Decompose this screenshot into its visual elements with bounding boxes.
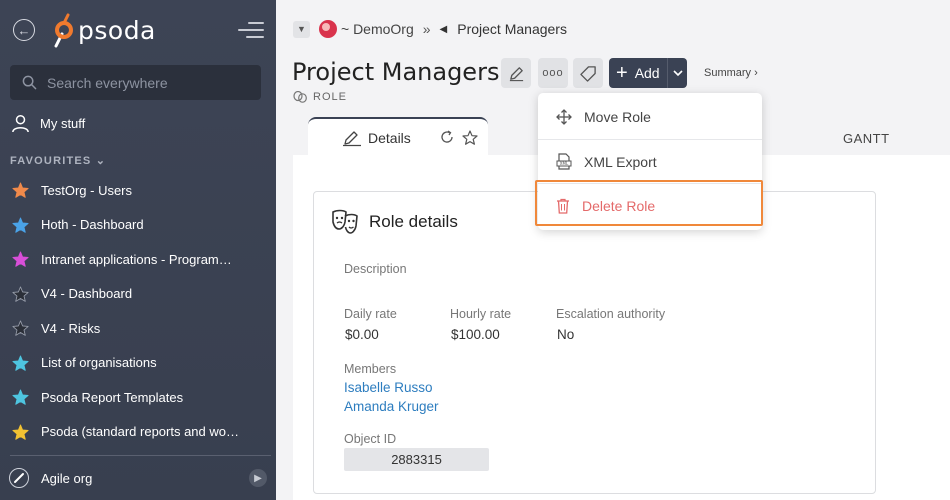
page-title: Project Managers [292, 58, 500, 86]
refresh-icon[interactable] [440, 130, 454, 144]
favourite-label: Psoda (standard reports and work... [41, 424, 241, 440]
star-icon [12, 355, 29, 371]
role-details-card: Role details Description Daily rate $0.0… [313, 191, 876, 494]
card-title: Role details [331, 209, 458, 235]
pencil-icon [509, 66, 523, 81]
xml-file-icon: XML [556, 153, 572, 170]
tab-gantt[interactable]: GANTT [843, 131, 890, 146]
favourite-label: V4 - Risks [41, 320, 101, 336]
menu-item-xml-export[interactable]: XML XML Export [538, 139, 762, 183]
tag-button[interactable] [573, 58, 603, 88]
org-switcher-label: Agile org [41, 470, 93, 486]
caret-left-icon[interactable]: ◀ [440, 24, 448, 35]
star-icon [12, 424, 29, 440]
chevron-down-icon: ⌄ [95, 155, 107, 167]
summary-link[interactable]: Summary › [704, 67, 758, 79]
sidebar-divider [10, 455, 271, 456]
org-avatar [319, 20, 337, 38]
favourites-heading[interactable]: FAVOURITES ⌄ [10, 154, 106, 167]
breadcrumb-current: Project Managers [457, 21, 567, 37]
object-id-value: 2883315 [344, 448, 489, 471]
tag-icon [579, 65, 596, 82]
object-type: ROLE [293, 91, 347, 103]
my-stuff-label: My stuff [40, 116, 86, 131]
star-icon [12, 182, 29, 199]
member-link[interactable]: Amanda Kruger [344, 399, 439, 414]
sidebar: ← psoda My stuff FAVOURITES ⌄ TestOrg - … [0, 0, 276, 500]
object-id-label: Object ID [344, 432, 397, 446]
favourites-list: TestOrg - Users Hoth - Dashboard Intranet … [0, 173, 276, 449]
main-area: ▼ ~ DemoOrg » ◀ Project Managers Project… [276, 0, 950, 500]
daily-rate-value: $0.00 [345, 327, 379, 342]
favourite-item[interactable]: Intranet applications - Programme... [0, 242, 276, 277]
pencil-icon [343, 131, 361, 147]
tab-details-label: Details [368, 130, 411, 146]
star-icon [12, 217, 29, 233]
member-link[interactable]: Isabelle Russo [344, 380, 433, 395]
favourite-item[interactable]: TestOrg - Users [0, 173, 276, 208]
arrow-left-icon: ← [17, 22, 31, 38]
menu-item-move-role[interactable]: Move Role [538, 95, 762, 139]
plus-icon: + [616, 62, 628, 84]
breadcrumb-separator: » [422, 21, 431, 37]
favourite-label: V4 - Dashboard [41, 286, 133, 302]
star-icon [12, 320, 29, 337]
members-label: Members [344, 362, 397, 376]
chevron-down-icon [672, 69, 683, 76]
star-icon [12, 251, 29, 268]
org-switcher[interactable]: Agile org ▶ [9, 468, 267, 488]
favourite-item[interactable]: Psoda (standard reports and work... [0, 415, 276, 450]
favourite-item[interactable]: V4 - Risks [0, 311, 276, 346]
favourite-label: TestOrg - Users [41, 182, 133, 198]
masks-icon [332, 209, 358, 234]
favourite-label: List of organisations [41, 355, 157, 371]
add-label: Add [634, 65, 660, 81]
psoda-logo-icon [54, 13, 73, 48]
escalation-label: Escalation authority [556, 307, 666, 321]
favourite-item[interactable]: Hoth - Dashboard [0, 208, 276, 243]
favourite-label: Psoda Report Templates [41, 389, 184, 405]
favourite-item[interactable]: V4 - Dashboard [0, 277, 276, 312]
favourite-item[interactable]: Psoda Report Templates [0, 380, 276, 415]
org-brush-icon [9, 468, 29, 488]
tab-details[interactable]: Details [308, 117, 488, 157]
star-icon[interactable] [462, 130, 478, 145]
breadcrumb-dropdown[interactable]: ▼ [293, 20, 310, 38]
chevron-down-icon: ▼ [297, 24, 306, 34]
delete-highlight-box [535, 180, 763, 226]
breadcrumb-org-link[interactable]: ~ DemoOrg [341, 21, 414, 37]
escalation-value: No [557, 327, 575, 342]
star-icon [12, 389, 29, 406]
description-label: Description [344, 262, 407, 276]
search-box[interactable] [10, 65, 261, 100]
more-options-button[interactable]: ooo [538, 58, 568, 88]
svg-text:XML: XML [560, 161, 569, 166]
hourly-rate-label: Hourly rate [450, 307, 512, 321]
chevron-right-icon[interactable]: ▶ [249, 469, 267, 487]
add-button[interactable]: + Add [609, 58, 687, 88]
search-icon [22, 75, 37, 90]
user-icon [12, 114, 29, 133]
move-arrows-icon [556, 109, 572, 125]
favourite-item[interactable]: List of organisations [0, 346, 276, 381]
logo-text: psoda [78, 15, 156, 45]
star-icon [12, 286, 29, 302]
back-button[interactable]: ← [13, 19, 35, 41]
my-stuff-link[interactable]: My stuff [11, 114, 85, 133]
daily-rate-label: Daily rate [344, 307, 397, 321]
favourite-label: Intranet applications - Programme... [41, 251, 241, 267]
masks-icon [293, 91, 307, 103]
logo[interactable]: psoda [50, 12, 156, 48]
breadcrumb: ▼ ~ DemoOrg » ◀ Project Managers [293, 20, 567, 38]
favourite-label: Hoth - Dashboard [41, 217, 144, 233]
search-input[interactable] [47, 74, 247, 91]
edit-button[interactable] [501, 58, 531, 88]
hourly-rate-value: $100.00 [451, 327, 500, 342]
more-dots-icon: ooo [542, 67, 564, 79]
collapse-sidebar-icon[interactable] [238, 22, 264, 40]
add-dropdown[interactable] [667, 58, 687, 88]
